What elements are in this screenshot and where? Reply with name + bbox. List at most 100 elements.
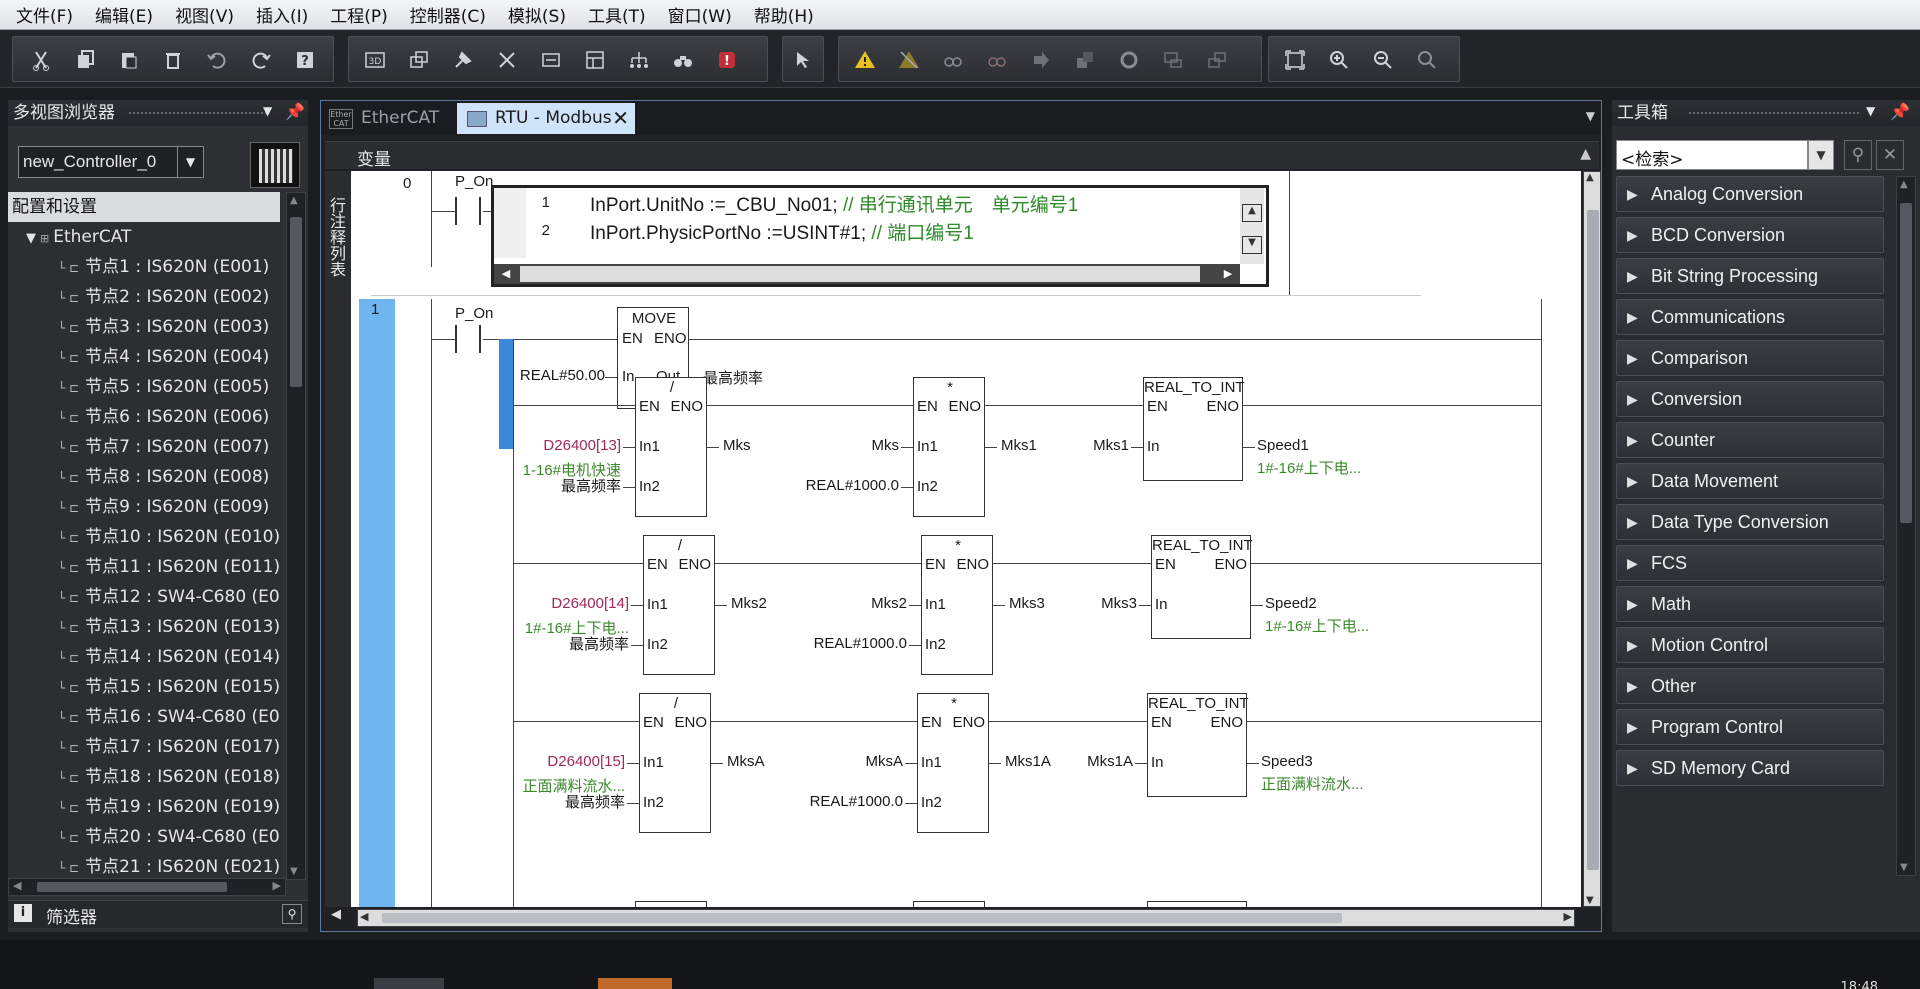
scroll-up-icon[interactable]: ▲ [290,195,298,206]
tree-node[interactable]: └ ⊏ 节点14 : IS620N (E014) [58,642,280,672]
variables-bar[interactable]: 变量 ▲ [325,141,1599,170]
st-scroll-right-icon[interactable]: ▶ [1216,264,1240,284]
transfer-icon[interactable] [581,46,609,74]
error-icon[interactable]: ! [713,46,741,74]
fit-screen-icon[interactable] [1281,46,1309,74]
tree-node[interactable]: └ ⊏ 节点4 : IS620N (E004) [58,342,269,372]
scroll-up-icon[interactable]: ▲ [1900,179,1908,190]
contact-p-on[interactable] [455,197,481,225]
toolbox-category[interactable]: ▶ Data Type Conversion [1616,504,1884,540]
tab-rtu-modbus[interactable]: RTU - Modbus ✕ [457,103,635,134]
reset-icon[interactable] [1115,46,1143,74]
scroll-down-icon[interactable]: ▼ [1900,862,1908,873]
filter-label[interactable]: 筛选器 [46,903,97,928]
tree-node[interactable]: └ ⊏ 节点16 : SW4-C680 (E01 [58,702,280,732]
tree-vertical-scrollbar[interactable]: ▲ ▼ [286,192,306,880]
st-code-line[interactable]: InPort.UnitNo :=_CBU_No01; // 串行通讯单元 单元编… [590,190,1078,217]
rebuild-icon[interactable] [493,46,521,74]
expand-arrow-icon[interactable]: ▶ [1627,259,1638,293]
multiply-function-block[interactable]: * EN ENO In1 In2 [917,693,989,833]
st-vertical-scrollbar[interactable]: ▲ ▼ [1240,188,1264,264]
tree-node[interactable]: └ ⊏ 节点19 : IS620N (E019) [58,792,280,822]
mul-input2-constant[interactable]: REAL#1000.0 [787,793,903,810]
tree-node[interactable]: └ ⊏ 节点12 : SW4-C680 (E01 [58,582,280,612]
taskbar-app-1[interactable] [374,978,444,989]
mul-output-variable[interactable]: Mks3 [1009,595,1045,612]
ladder-canvas[interactable]: 0 P_On 1 InPort.UnitNo :=_CBU_No01; // 串行… [351,171,1581,907]
tree-node[interactable]: └ ⊏ 节点1 : IS620N (E001) [58,252,269,282]
real-to-int-function-block[interactable]: REAL_TO_INT EN ENO In [1147,693,1249,797]
tree-root-ethercat[interactable]: ▼ ⊞ EtherCAT [26,222,131,252]
tab-ethercat[interactable]: Ether CAT EtherCAT [323,103,457,134]
line-comment-list-label[interactable]: 行注释列表 [327,197,348,277]
section-config-settings[interactable]: 配置和设置 [8,192,280,222]
controller-select[interactable]: new_Controller_0 ▼ [18,146,204,178]
dropdown-arrow-icon[interactable]: ▼ [263,104,272,118]
st-scroll-left-icon[interactable]: ◀ [494,264,518,284]
windows-icon[interactable] [405,46,433,74]
menu-item[interactable]: 帮助(H) [746,2,822,27]
scroll-down-icon[interactable]: ▼ [290,866,298,877]
divide-function-block[interactable]: / EN ENO In1 In2 [635,377,707,517]
expand-arrow-icon[interactable]: ▶ [1627,628,1638,662]
scroll-thumb[interactable] [290,217,302,387]
device-sync-icon[interactable] [1203,46,1231,74]
redo-icon[interactable] [247,46,275,74]
scroll-left-icon[interactable]: ◀ [13,879,21,892]
pin-icon[interactable]: 📌 [285,102,305,121]
variables-label[interactable]: 变量 [357,145,391,170]
div-input1-variable[interactable]: D26400[14] [513,595,629,612]
real-to-int-function-block[interactable]: REAL_TO_INT EN ENO In [1151,535,1253,639]
toolbox-category[interactable]: ▶ Conversion [1616,381,1884,417]
st-code-line[interactable]: InPort.PhysicPortNo :=USINT#1; // 端口编号1 [590,218,974,245]
zoom-in-icon[interactable] [1325,46,1353,74]
editor-hscroll-thumb[interactable] [382,913,1342,923]
paste-icon[interactable] [115,46,143,74]
toolbox-category[interactable]: ▶ Data Movement [1616,463,1884,499]
inline-st-block[interactable]: 1 InPort.UnitNo :=_CBU_No01; // 串行通讯单元 单元… [491,185,1269,287]
cut-icon[interactable] [27,46,55,74]
tree-horizontal-scrollbar[interactable]: ◀ ▶ [8,878,286,896]
expand-arrow-icon[interactable]: ▶ [1627,464,1638,498]
hscroll-thumb[interactable] [37,882,227,892]
undo-icon[interactable] [203,46,231,74]
pin-icon[interactable]: 📌 [1890,102,1910,121]
tree-node[interactable]: └ ⊏ 节点6 : IS620N (E006) [58,402,269,432]
conv-input-variable[interactable]: Mks3 [1061,595,1137,612]
pointer-icon[interactable] [789,46,817,74]
function-block-partial[interactable] [635,901,707,907]
online-icon[interactable] [537,46,565,74]
toolbox-category[interactable]: ▶ Communications [1616,299,1884,335]
tree-node[interactable]: └ ⊏ 节点3 : IS620N (E003) [58,312,269,342]
toolbox-category[interactable]: ▶ Bit String Processing [1616,258,1884,294]
menu-item[interactable]: 视图(V) [167,2,242,27]
st-horizontal-scrollbar[interactable]: ◀ ▶ [494,264,1240,284]
toolbox-category[interactable]: ▶ Math [1616,586,1884,622]
div-input2-variable[interactable]: 最高频率 [509,791,625,812]
close-tab-icon[interactable]: ✕ [612,103,629,134]
contact-p-on[interactable] [455,325,481,353]
watch-icon[interactable] [939,46,967,74]
conv-output-variable[interactable]: Speed3 [1261,753,1313,770]
toolbox-category[interactable]: ▶ Program Control [1616,709,1884,745]
menu-item[interactable]: 工具(T) [580,2,654,27]
expand-arrow-icon[interactable]: ▶ [1627,751,1638,785]
real-to-int-function-block[interactable]: REAL_TO_INT EN ENO In [1143,377,1245,481]
expand-arrow-icon[interactable]: ▶ [1627,382,1638,416]
scroll-up-icon[interactable]: ▲ [1586,172,1594,183]
tree-node[interactable]: └ ⊏ 节点18 : IS620N (E018) [58,762,280,792]
scroll-left-icon[interactable]: ◀ [360,910,368,923]
div-input2-variable[interactable]: 最高频率 [505,475,621,496]
step-out-icon[interactable] [1071,46,1099,74]
expand-arrow-icon[interactable]: ▶ [1627,669,1638,703]
toolbox-category[interactable]: ▶ BCD Conversion [1616,217,1884,253]
mul-input2-constant[interactable]: REAL#1000.0 [791,635,907,652]
tab-list-dropdown-icon[interactable]: ▼ [1586,109,1595,123]
network-icon[interactable] [625,46,653,74]
expand-arrow-icon[interactable]: ▶ [1627,300,1638,334]
scroll-right-icon[interactable]: ▶ [1564,910,1572,923]
toolbox-category[interactable]: ▶ FCS [1616,545,1884,581]
expand-up-icon[interactable]: ▲ [1580,146,1591,162]
zoom-out-icon[interactable] [1369,46,1397,74]
menu-item[interactable]: 工程(P) [322,2,396,27]
